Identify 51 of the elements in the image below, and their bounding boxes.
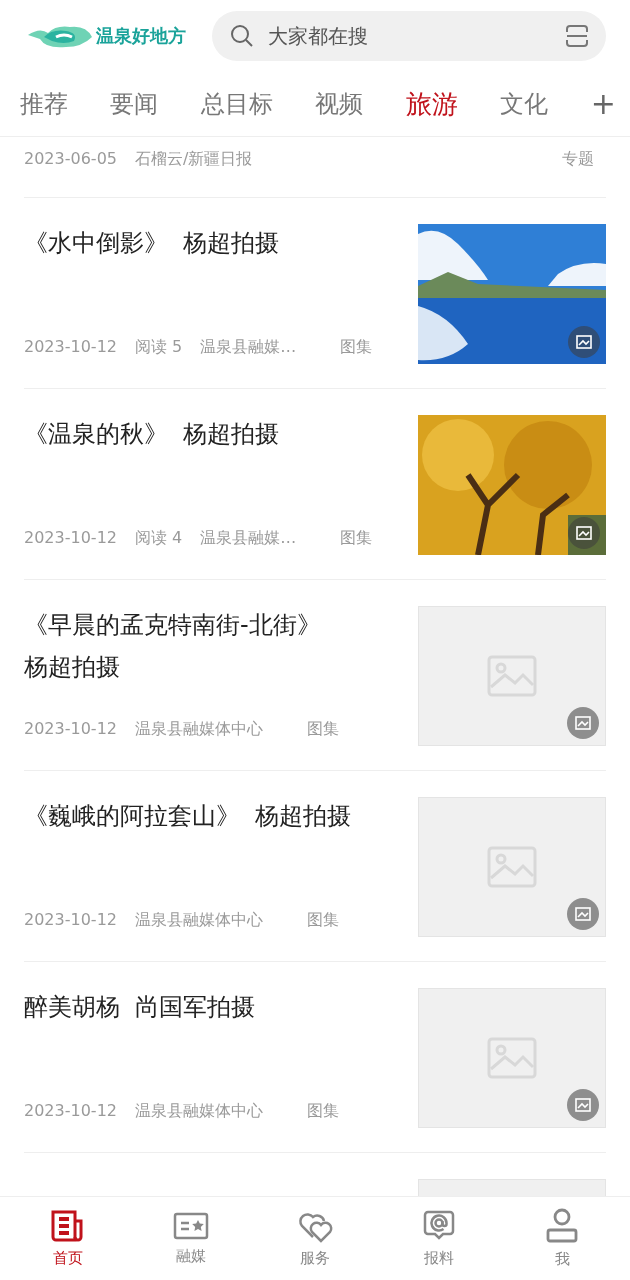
channel-tab[interactable]: 总目标 — [200, 84, 273, 124]
channel-tab[interactable]: 文化 — [500, 84, 549, 124]
nav-tab[interactable]: 服务 — [270, 1197, 360, 1280]
publish-date: 2023-10-12 — [24, 1101, 117, 1122]
article-title[interactable]: 醉美胡杨 尚国军拍摄 — [24, 986, 408, 1028]
image-placeholder-icon — [487, 1037, 537, 1079]
source-text: 温泉县融媒… — [200, 528, 297, 549]
gallery-tag: 图集 — [340, 528, 373, 549]
channel-tab[interactable]: 视频 — [315, 84, 364, 124]
gallery-tag: 图集 — [307, 910, 339, 931]
nav-tab[interactable]: 我 — [517, 1197, 608, 1280]
channel-tab[interactable]: 要闻 — [110, 84, 159, 124]
source-text: 温泉县融媒体中心 — [135, 910, 263, 931]
gallery-badge-icon — [568, 517, 600, 549]
article-title[interactable]: 《水中倒影》 杨超拍摄 — [24, 222, 408, 264]
add-channel-button[interactable]: + — [590, 89, 616, 119]
gallery-tag: 图集 — [307, 1101, 339, 1122]
gallery-tag: 图集 — [307, 719, 339, 740]
gallery-badge-icon — [567, 898, 599, 930]
star-card-icon — [173, 1211, 210, 1241]
publish-date: 2023-10-12 — [24, 910, 117, 931]
read-count: 阅读 5 — [135, 337, 183, 358]
category-tag: 专题 — [562, 149, 594, 197]
publish-date: 2023-10-12 — [24, 719, 117, 740]
gallery-badge-icon — [567, 1089, 599, 1121]
nav-tab[interactable]: 报料 — [393, 1197, 484, 1280]
article-title[interactable]: 《巍峨的阿拉套山》 杨超拍摄 — [24, 795, 408, 837]
source-text: 温泉县融媒体中心 — [135, 1101, 263, 1122]
channel-tab[interactable]: 推荐 — [20, 84, 68, 124]
search-icon — [230, 24, 254, 48]
article-title[interactable]: 《温泉的秋》 杨超拍摄 — [24, 413, 408, 455]
source-text: 温泉县融媒… — [200, 337, 297, 358]
newspaper-icon — [49, 1209, 86, 1243]
gallery-tag: 图集 — [340, 337, 373, 358]
gallery-badge-icon — [568, 326, 600, 358]
nav-tab[interactable]: 融媒 — [146, 1197, 237, 1280]
publish-date: 2023-10-12 — [24, 337, 117, 358]
channel-tab[interactable]: 旅游 — [405, 82, 458, 126]
source-text: 石榴云/新疆日报 — [135, 149, 253, 170]
gallery-badge-icon — [567, 707, 599, 739]
image-placeholder-icon — [487, 846, 537, 888]
read-count: 阅读 4 — [135, 528, 183, 549]
logo-text: 温泉好地方 — [96, 24, 186, 48]
nav-tab[interactable]: 首页 — [22, 1197, 113, 1280]
publish-date: 2023-06-05 — [24, 149, 117, 170]
source-text: 温泉县融媒体中心 — [135, 719, 263, 740]
publish-date: 2023-10-12 — [24, 528, 117, 549]
search-field[interactable]: 大家都在搜 — [212, 11, 606, 61]
image-placeholder-icon — [487, 655, 537, 697]
article-title[interactable]: 《早晨的孟克特南街-北街》杨超拍摄 — [24, 604, 408, 688]
scan-icon[interactable] — [564, 23, 590, 49]
